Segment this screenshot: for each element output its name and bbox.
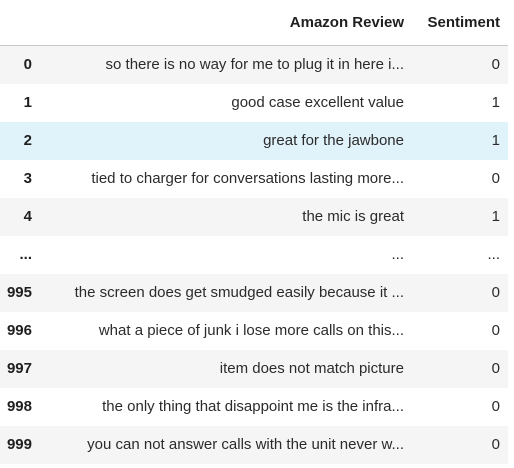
row-index: 2 — [23, 132, 32, 149]
sentiment-cell: 0 — [491, 284, 500, 301]
table-row[interactable]: 999 you can not answer calls with the un… — [0, 425, 508, 464]
review-cell: good case excellent value — [231, 94, 404, 111]
table-body: 0 so there is no way for me to plug it i… — [0, 45, 508, 464]
sentiment-cell: 1 — [491, 94, 500, 111]
index-column-header — [0, 0, 46, 46]
row-index: 999 — [6, 436, 32, 453]
table-row[interactable]: 998 the only thing that disappoint me is… — [0, 388, 508, 426]
column-header-amazon-review[interactable]: Amazon Review — [46, 0, 412, 46]
table-row[interactable]: 2 great for the jawbone 1 — [0, 121, 508, 160]
dataframe-table: Amazon Review Sentiment 0 so there is no… — [0, 0, 508, 464]
review-cell: tied to charger for conversations lastin… — [91, 170, 404, 187]
row-index: 0 — [23, 56, 32, 74]
table-row[interactable]: 996 what a piece of junk i lose more cal… — [0, 312, 508, 350]
row-index: 3 — [23, 170, 32, 187]
table-row[interactable]: 4 the mic is great 1 — [0, 197, 508, 236]
table-row[interactable]: 1 good case excellent value 1 — [0, 84, 508, 122]
review-cell: the only thing that disappoint me is the… — [102, 398, 404, 415]
ellipsis-row: ... ... ... — [0, 236, 508, 274]
review-cell: great for the jawbone — [263, 132, 404, 149]
sentiment-cell: 1 — [491, 132, 500, 149]
table-row[interactable]: 3 tied to charger for conversations last… — [0, 160, 508, 198]
review-cell: the screen does get smudged easily becau… — [74, 284, 404, 301]
sentiment-cell: 0 — [491, 360, 500, 377]
sentiment-cell: 0 — [491, 56, 500, 74]
dataframe-output: Amazon Review Sentiment 0 so there is no… — [0, 0, 514, 468]
review-cell: the mic is great — [302, 208, 404, 225]
table-row[interactable]: 995 the screen does get smudged easily b… — [0, 273, 508, 312]
row-index: 997 — [6, 360, 32, 377]
sentiment-cell: 0 — [491, 398, 500, 415]
review-cell: so there is no way for me to plug it in … — [105, 56, 404, 74]
row-index: 998 — [6, 398, 32, 415]
sentiment-cell: 0 — [491, 322, 500, 339]
header-row: Amazon Review Sentiment — [0, 0, 508, 46]
column-header-sentiment[interactable]: Sentiment — [412, 0, 508, 46]
review-cell: what a piece of junk i lose more calls o… — [98, 322, 404, 339]
row-index: ... — [19, 246, 32, 263]
row-index: 4 — [23, 208, 32, 225]
row-index: 1 — [23, 94, 32, 111]
row-index: 995 — [6, 284, 32, 301]
sentiment-cell: ... — [487, 246, 500, 263]
sentiment-cell: 0 — [491, 436, 500, 453]
table-row[interactable]: 0 so there is no way for me to plug it i… — [0, 45, 508, 84]
table-header: Amazon Review Sentiment — [0, 0, 508, 46]
review-cell: item does not match picture — [219, 360, 404, 377]
sentiment-cell: 0 — [491, 170, 500, 187]
sentiment-cell: 1 — [491, 208, 500, 225]
review-cell: ... — [391, 246, 404, 263]
table-row[interactable]: 997 item does not match picture 0 — [0, 349, 508, 388]
row-index: 996 — [6, 322, 32, 339]
review-cell: you can not answer calls with the unit n… — [87, 436, 404, 453]
